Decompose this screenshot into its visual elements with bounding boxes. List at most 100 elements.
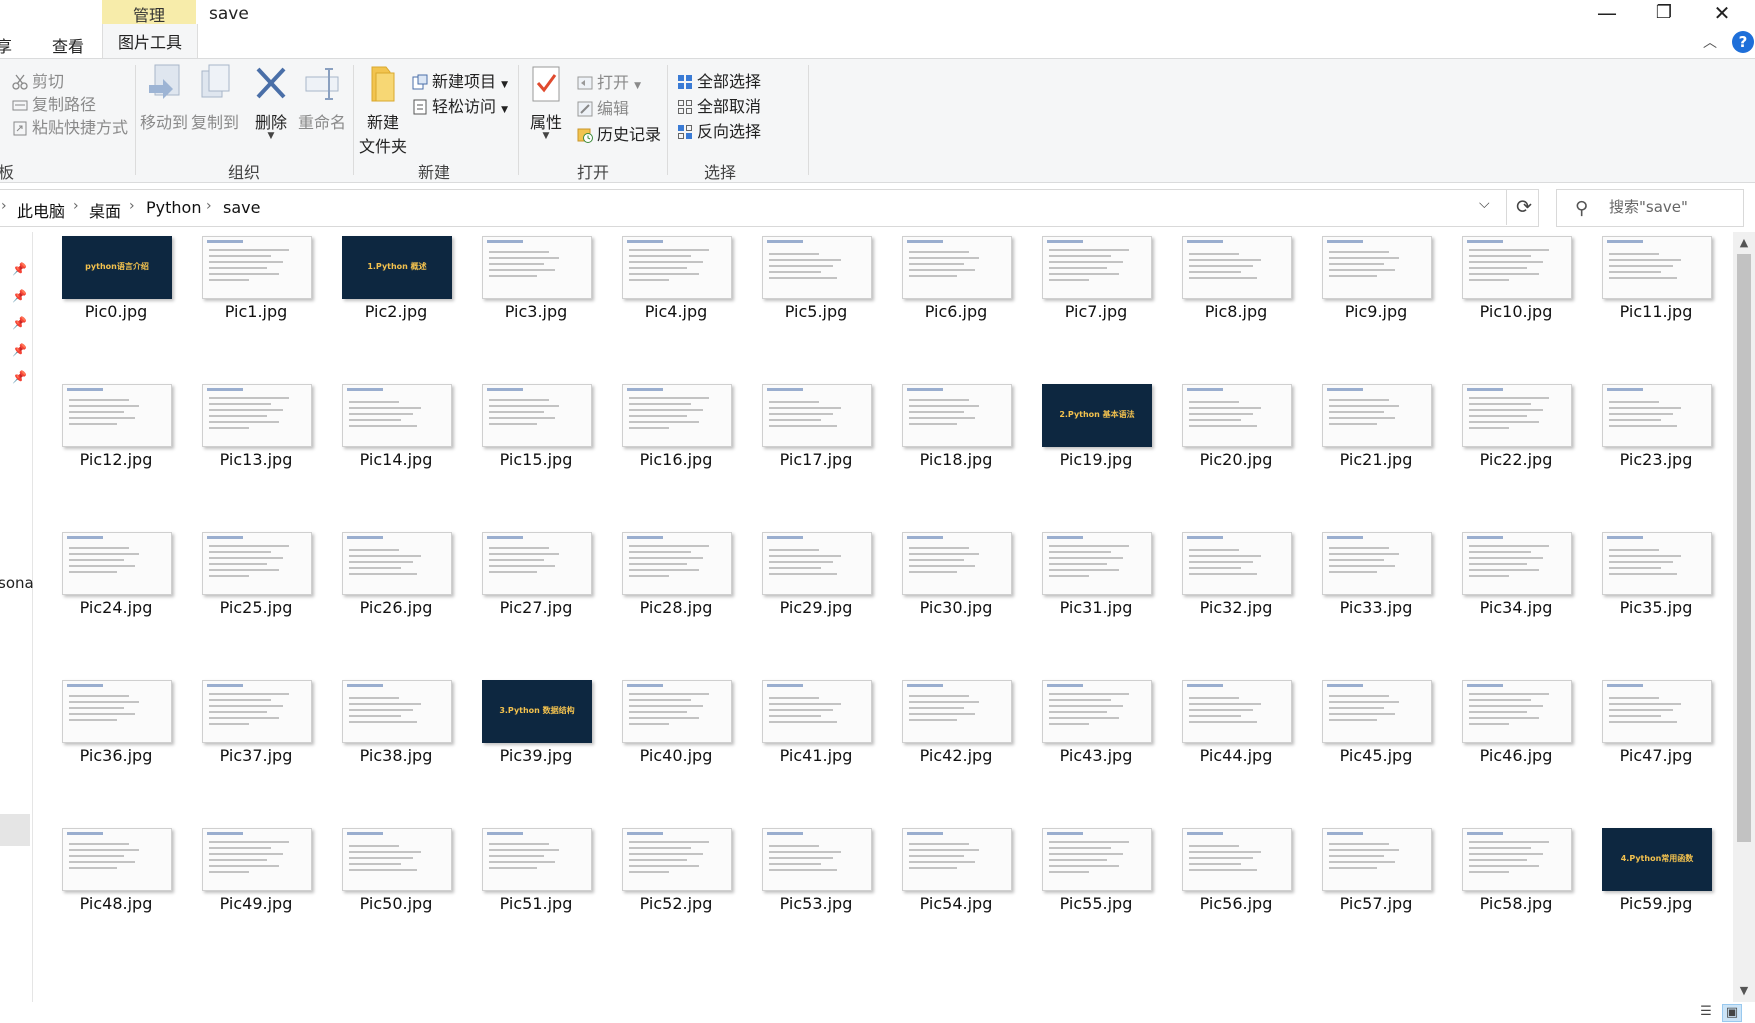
- properties-button[interactable]: 属性 ▼: [523, 63, 569, 141]
- crumb-separator-icon[interactable]: ›: [73, 198, 79, 214]
- tab-manage[interactable]: 管理: [102, 2, 196, 26]
- search-input[interactable]: [1607, 197, 1741, 217]
- file-item[interactable]: Pic38.jpg: [316, 664, 456, 802]
- file-item[interactable]: Pic21.jpg: [1296, 368, 1436, 506]
- file-item[interactable]: Pic15.jpg: [456, 368, 596, 506]
- file-item[interactable]: Pic20.jpg: [1156, 368, 1296, 506]
- file-item[interactable]: Pic44.jpg: [1156, 664, 1296, 802]
- file-item[interactable]: Pic17.jpg: [736, 368, 876, 506]
- file-item[interactable]: Pic9.jpg: [1296, 232, 1436, 358]
- file-item[interactable]: Pic36.jpg: [36, 664, 176, 802]
- properties-dropdown-icon[interactable]: ▼: [523, 132, 569, 141]
- easy-access-button[interactable]: 轻松访问 ▼: [412, 93, 508, 117]
- file-item[interactable]: Pic56.jpg: [1156, 812, 1296, 950]
- new-item-button[interactable]: 新建项目 ▼: [412, 68, 508, 92]
- details-view-icon[interactable]: ☰: [1697, 1004, 1715, 1020]
- file-item[interactable]: Pic48.jpg: [36, 812, 176, 950]
- file-item[interactable]: Pic16.jpg: [596, 368, 736, 506]
- file-item[interactable]: Pic10.jpg: [1436, 232, 1576, 358]
- file-item[interactable]: Pic54.jpg: [876, 812, 1016, 950]
- file-item[interactable]: Pic35.jpg: [1576, 516, 1716, 654]
- delete-dropdown-icon[interactable]: ▼: [251, 132, 291, 141]
- tab-picture-tools[interactable]: 图片工具: [102, 24, 198, 58]
- file-item[interactable]: Pic52.jpg: [596, 812, 736, 950]
- file-item[interactable]: Pic30.jpg: [876, 516, 1016, 654]
- select-all-button[interactable]: 全部选择: [677, 68, 761, 92]
- edit-button[interactable]: 编辑: [577, 95, 629, 119]
- crumb-separator-icon[interactable]: ›: [1, 198, 7, 214]
- cut-button[interactable]: 剪切: [12, 68, 64, 92]
- file-item[interactable]: Pic29.jpg: [736, 516, 876, 654]
- file-item[interactable]: Pic22.jpg: [1436, 368, 1576, 506]
- copy-path-button[interactable]: 复制路径: [12, 91, 96, 115]
- file-item[interactable]: Pic18.jpg: [876, 368, 1016, 506]
- file-item[interactable]: Pic4.jpg: [596, 232, 736, 358]
- rename-button[interactable]: 重命名: [297, 63, 347, 133]
- collapse-ribbon-icon[interactable]: ︿: [1703, 32, 1717, 52]
- address-history-chevron-icon[interactable]: ⌵: [1479, 196, 1490, 212]
- breadcrumb-save[interactable]: save: [223, 198, 260, 217]
- pin-icon[interactable]: 📌: [12, 343, 27, 357]
- open-button[interactable]: 打开 ▼: [577, 69, 641, 93]
- file-item[interactable]: Pic33.jpg: [1296, 516, 1436, 654]
- file-item[interactable]: Pic24.jpg: [36, 516, 176, 654]
- history-button[interactable]: 历史记录: [577, 121, 661, 145]
- file-item[interactable]: Pic57.jpg: [1296, 812, 1436, 950]
- minimize-button[interactable]: —: [1584, 0, 1630, 28]
- file-item[interactable]: Pic11.jpg: [1576, 232, 1716, 358]
- file-item[interactable]: Pic55.jpg: [1016, 812, 1156, 950]
- file-item[interactable]: Pic23.jpg: [1576, 368, 1716, 506]
- file-item[interactable]: Pic41.jpg: [736, 664, 876, 802]
- close-button[interactable]: ✕: [1699, 0, 1745, 28]
- file-item[interactable]: Pic47.jpg: [1576, 664, 1716, 802]
- file-item[interactable]: Pic43.jpg: [1016, 664, 1156, 802]
- tab-share[interactable]: 享: [0, 33, 12, 57]
- file-item[interactable]: Pic58.jpg: [1436, 812, 1576, 950]
- vertical-scrollbar[interactable]: ▲ ▼: [1733, 232, 1755, 1002]
- file-item[interactable]: Pic50.jpg: [316, 812, 456, 950]
- pin-icon[interactable]: 📌: [12, 370, 27, 384]
- file-item[interactable]: Pic8.jpg: [1156, 232, 1296, 358]
- file-item[interactable]: Pic45.jpg: [1296, 664, 1436, 802]
- copy-to-button[interactable]: 复制到: [190, 63, 240, 133]
- select-none-button[interactable]: 全部取消: [677, 93, 761, 117]
- delete-button[interactable]: 删除 ▼: [251, 63, 291, 141]
- breadcrumb-this-pc[interactable]: 此电脑: [17, 198, 65, 222]
- maximize-button[interactable]: ❐: [1641, 0, 1687, 28]
- pin-icon[interactable]: 📌: [12, 289, 27, 303]
- file-item[interactable]: Pic37.jpg: [176, 664, 316, 802]
- file-item[interactable]: 3.Python 数据结构 Pic39.jpg: [456, 664, 596, 802]
- pin-icon[interactable]: 📌: [12, 316, 27, 330]
- file-item[interactable]: Pic13.jpg: [176, 368, 316, 506]
- file-item[interactable]: Pic5.jpg: [736, 232, 876, 358]
- refresh-icon[interactable]: ⟳: [1506, 189, 1541, 225]
- file-item[interactable]: Pic27.jpg: [456, 516, 596, 654]
- pin-icon[interactable]: 📌: [12, 262, 27, 276]
- invert-selection-button[interactable]: 反向选择: [677, 118, 761, 142]
- file-item[interactable]: Pic6.jpg: [876, 232, 1016, 358]
- file-item[interactable]: Pic46.jpg: [1436, 664, 1576, 802]
- file-item[interactable]: 4.Python常用函数 Pic59.jpg: [1576, 812, 1716, 950]
- tab-view[interactable]: 查看: [52, 33, 84, 57]
- nav-item-partial[interactable]: sona: [0, 574, 34, 592]
- crumb-separator-icon[interactable]: ›: [206, 198, 212, 214]
- file-item[interactable]: Pic3.jpg: [456, 232, 596, 358]
- file-item[interactable]: Pic25.jpg: [176, 516, 316, 654]
- scrollbar-thumb[interactable]: [1737, 254, 1751, 842]
- file-item[interactable]: Pic53.jpg: [736, 812, 876, 950]
- file-item[interactable]: Pic51.jpg: [456, 812, 596, 950]
- file-item[interactable]: Pic49.jpg: [176, 812, 316, 950]
- crumb-separator-icon[interactable]: ›: [129, 198, 135, 214]
- nav-item-selected[interactable]: [0, 814, 30, 846]
- file-item[interactable]: Pic32.jpg: [1156, 516, 1296, 654]
- file-item[interactable]: 1.Python 概述 Pic2.jpg: [316, 232, 456, 358]
- scroll-down-arrow-icon[interactable]: ▼: [1733, 984, 1755, 997]
- file-item[interactable]: Pic28.jpg: [596, 516, 736, 654]
- paste-shortcut-button[interactable]: 粘贴快捷方式: [12, 114, 128, 138]
- file-item[interactable]: Pic14.jpg: [316, 368, 456, 506]
- file-item[interactable]: Pic7.jpg: [1016, 232, 1156, 358]
- large-icons-view-icon[interactable]: ▣: [1722, 1004, 1742, 1022]
- file-item[interactable]: python语言介绍 Pic0.jpg: [36, 232, 176, 358]
- file-item[interactable]: Pic31.jpg: [1016, 516, 1156, 654]
- scroll-up-arrow-icon[interactable]: ▲: [1733, 236, 1755, 249]
